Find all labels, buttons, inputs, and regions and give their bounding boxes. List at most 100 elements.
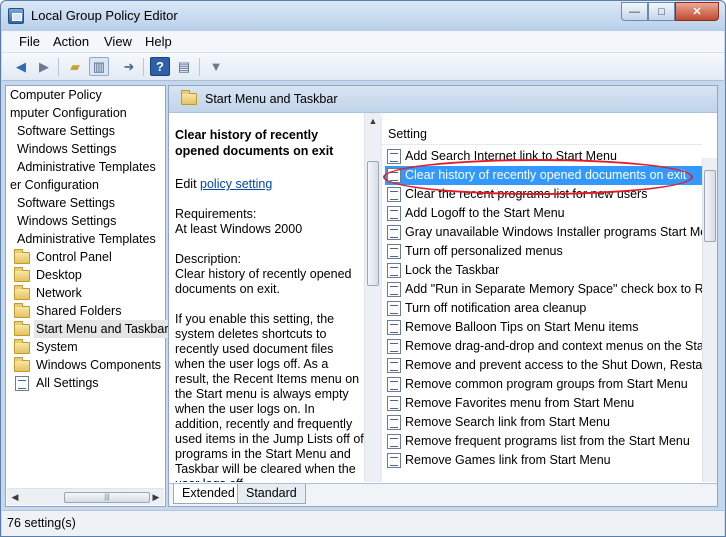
setting-row[interactable]: Remove Balloon Tips on Start Menu items (385, 318, 703, 337)
setting-row[interactable]: Clear history of recently opened documen… (385, 166, 703, 185)
setting-row[interactable]: Turn off notification area cleanup (385, 299, 703, 318)
tree-item-windows-components[interactable]: Windows Components (36, 356, 161, 374)
menu-help[interactable]: Help (145, 34, 172, 49)
folder-icon (14, 321, 30, 336)
tree-item-computer-administrative-templates[interactable]: Administrative Templates (17, 158, 156, 176)
back-arrow-icon[interactable]: ◀ (11, 57, 31, 76)
maximize-button[interactable]: □ (648, 2, 675, 21)
setting-row[interactable]: Remove Favorites menu from Start Menu (385, 394, 703, 413)
scroll-left-icon[interactable]: ◀ (8, 491, 22, 504)
setting-row[interactable]: Remove Games link from Start Menu (385, 451, 703, 470)
setting-row[interactable]: Remove Search link from Start Menu (385, 413, 703, 432)
details-pane: Start Menu and Taskbar Clear history of … (168, 85, 718, 507)
tree-item-desktop[interactable]: Desktop (36, 266, 82, 284)
tree-item-user-windows-settings[interactable]: Windows Settings (17, 212, 116, 230)
minimize-button[interactable]: — (621, 2, 648, 21)
list-scroll-thumb[interactable] (704, 170, 716, 242)
tree-horizontal-scrollbar[interactable]: ◀ ||| ▶ (7, 488, 164, 505)
setting-name: Remove and prevent access to the Shut Do… (405, 358, 703, 372)
menu-action[interactable]: Action (53, 34, 89, 49)
setting-name: Turn off notification area cleanup (405, 301, 587, 315)
tree-scroll-thumb[interactable]: ||| (64, 492, 150, 503)
setting-icon (387, 225, 401, 240)
setting-icon (387, 301, 401, 316)
folder-icon (181, 90, 197, 105)
setting-icon (387, 282, 401, 297)
list-vertical-scrollbar[interactable] (702, 158, 717, 482)
setting-row[interactable]: Clear the recent programs list for new u… (385, 185, 703, 204)
properties-icon[interactable]: ▤ (174, 57, 194, 76)
tab-extended[interactable]: Extended (173, 484, 244, 504)
menu-file[interactable]: File (19, 34, 40, 49)
tree-item-system[interactable]: System (36, 338, 78, 356)
setting-icon (387, 453, 401, 468)
help-icon[interactable]: ? (150, 57, 170, 76)
all-settings-icon (15, 376, 29, 391)
setting-title: Clear history of recently opened documen… (175, 128, 334, 158)
scroll-right-icon[interactable]: ▶ (149, 491, 163, 504)
edit-prefix: Edit (175, 177, 201, 191)
folder-icon (14, 285, 30, 300)
tree-item-computer-policy[interactable]: Computer Policy (10, 86, 102, 104)
tree-item-user-administrative-templates[interactable]: Administrative Templates (17, 230, 156, 248)
window-title: Local Group Policy Editor (31, 8, 178, 23)
description-label: Description: (175, 252, 241, 266)
up-folder-icon[interactable]: ▰ (65, 57, 85, 76)
tree-item-shared-folders[interactable]: Shared Folders (36, 302, 121, 320)
requirements-label: Requirements: (175, 207, 257, 221)
setting-row[interactable]: Gray unavailable Windows Installer progr… (385, 223, 703, 242)
window-controls: — □ ✕ (621, 2, 719, 21)
setting-name: Remove Games link from Start Menu (405, 453, 611, 467)
description-vertical-scrollbar[interactable]: ▲ (364, 113, 381, 482)
forward-arrow-icon[interactable]: ▶ (34, 57, 54, 76)
setting-row[interactable]: Add Logoff to the Start Menu (385, 204, 703, 223)
tab-standard[interactable]: Standard (237, 484, 306, 504)
setting-row[interactable]: Lock the Taskbar (385, 261, 703, 280)
setting-icon (387, 206, 401, 221)
export-list-icon[interactable]: ➜ (119, 57, 139, 76)
setting-name: Clear history of recently opened documen… (405, 168, 687, 182)
setting-name: Remove Search link from Start Menu (405, 415, 610, 429)
folder-icon (14, 357, 30, 372)
filter-icon[interactable]: ▼ (206, 57, 226, 76)
setting-row[interactable]: Remove common program groups from Start … (385, 375, 703, 394)
setting-row[interactable]: Remove drag-and-drop and context menus o… (385, 337, 703, 356)
tree-item-network[interactable]: Network (36, 284, 82, 302)
setting-row[interactable]: Remove frequent programs list from the S… (385, 432, 703, 451)
toolbar-separator (199, 58, 200, 76)
setting-icon (387, 339, 401, 354)
setting-name: Gray unavailable Windows Installer progr… (405, 225, 703, 239)
setting-icon (387, 415, 401, 430)
column-header-setting[interactable]: Setting (382, 123, 702, 145)
tree-item-start-menu-and-taskbar[interactable]: Start Menu and Taskbar (34, 320, 171, 338)
setting-name: Add "Run in Separate Memory Space" check… (405, 282, 703, 296)
setting-row[interactable]: Add Search Internet link to Start Menu (385, 147, 703, 166)
toolbar: ◀ ▶ ▰ ▥ ➜ ? ▤ ▼ (2, 53, 724, 81)
requirements-value: At least Windows 2000 (175, 222, 303, 236)
setting-name: Add Search Internet link to Start Menu (405, 149, 617, 163)
title-bar[interactable]: Local Group Policy Editor — □ ✕ (1, 1, 725, 31)
setting-icon (387, 149, 401, 164)
tree-item-user-configuration[interactable]: er Configuration (10, 176, 99, 194)
tree-item-all-settings[interactable]: All Settings (36, 374, 99, 392)
setting-name: Clear the recent programs list for new u… (405, 187, 648, 201)
status-bar: 76 setting(s) (2, 510, 724, 536)
tree-item-computer-windows-settings[interactable]: Windows Settings (17, 140, 116, 158)
setting-row[interactable]: Remove and prevent access to the Shut Do… (385, 356, 703, 375)
menu-view[interactable]: View (104, 34, 132, 49)
setting-row[interactable]: Turn off personalized menus (385, 242, 703, 261)
show-hide-tree-icon[interactable]: ▥ (89, 57, 109, 76)
description-scroll-thumb[interactable] (367, 161, 379, 286)
tree-item-user-software-settings[interactable]: Software Settings (17, 194, 115, 212)
setting-name: Lock the Taskbar (405, 263, 500, 277)
description-body: If you enable this setting, the system d… (175, 312, 364, 482)
scroll-up-icon[interactable]: ▲ (366, 115, 380, 128)
setting-icon (387, 377, 401, 392)
setting-row[interactable]: Add "Run in Separate Memory Space" check… (385, 280, 703, 299)
setting-icon (387, 187, 401, 202)
tree-item-computer-configuration[interactable]: mputer Configuration (10, 104, 127, 122)
tree-item-computer-software-settings[interactable]: Software Settings (17, 122, 115, 140)
tree-item-control-panel[interactable]: Control Panel (36, 248, 112, 266)
close-button[interactable]: ✕ (675, 2, 719, 21)
policy-setting-link[interactable]: policy setting (200, 177, 272, 191)
